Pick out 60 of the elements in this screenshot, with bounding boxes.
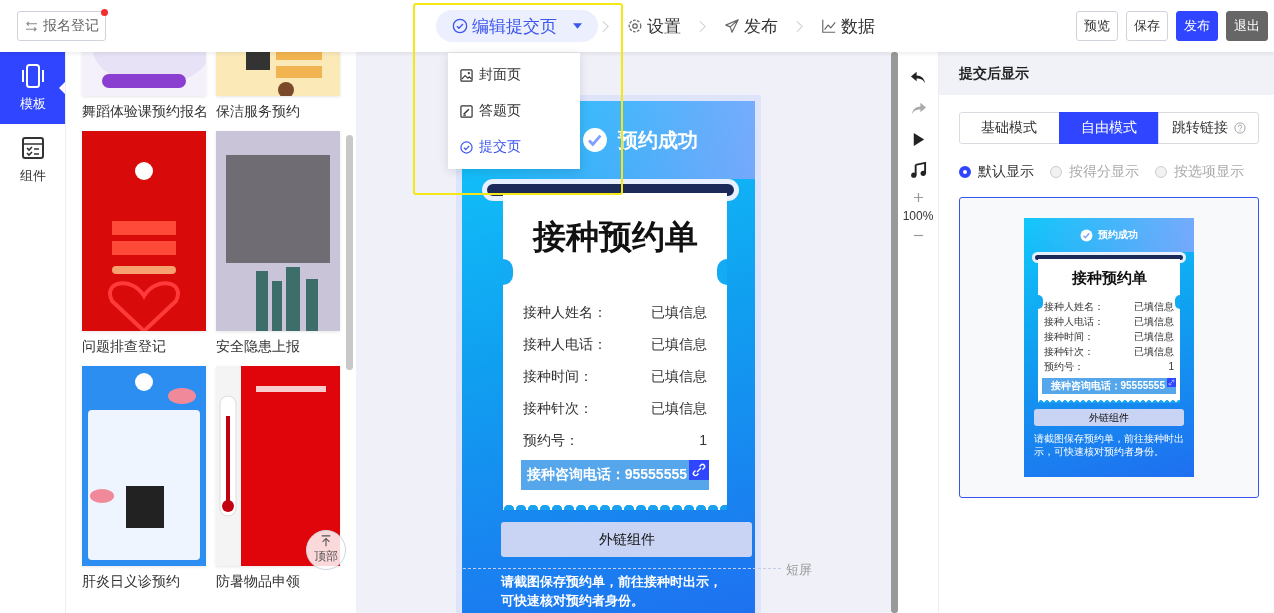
- field-label: 接种针次：: [523, 399, 593, 418]
- mode-tab[interactable]: 自由模式: [1058, 112, 1160, 144]
- template-title[interactable]: 舞蹈体验课预约报名: [82, 101, 206, 121]
- hotline-text: 接种咨询电话：95555555: [1050, 379, 1165, 393]
- field-label: 接种人姓名：: [1044, 300, 1104, 313]
- field-value: 已填信息: [1134, 315, 1174, 328]
- zoom-level: 100%: [902, 209, 934, 223]
- toolbar-button[interactable]: 发布: [1176, 11, 1218, 41]
- template-title[interactable]: 肝炎日义诊预约: [82, 571, 206, 591]
- field-label: 预约号：: [523, 431, 579, 450]
- ticket-title: 接种预约单: [531, 217, 699, 257]
- field-value: 1: [1168, 360, 1174, 373]
- step-tab[interactable]: 发布: [710, 10, 792, 42]
- ticket-title: 接种预约单: [1070, 269, 1148, 288]
- panel-title: 提交后显示: [959, 64, 1029, 83]
- template-title[interactable]: 防暑物品申领: [216, 571, 340, 591]
- mode-tab[interactable]: 跳转链接: [1158, 112, 1259, 144]
- toolbar-button[interactable]: 预览: [1076, 11, 1118, 41]
- field-label: 接种人电话：: [1044, 315, 1104, 328]
- preview-card[interactable]: 预约成功 接种预约单 接种人姓名： 已填信息 接种人电话： 已填信息 接种时间： 已填信息 接种针次： 已填信息 预约号： 1 接种咨询电话：95555555 外链组件 请截图保存预约单，前往接种时出示，可快速核对预约者身份。: [959, 197, 1259, 498]
- banner-title: 预约成功: [1098, 228, 1138, 242]
- field-value: 已填信息: [1134, 330, 1174, 343]
- step-tab[interactable]: 编辑提交页: [436, 10, 598, 42]
- field-label: 接种人姓名：: [523, 303, 607, 322]
- field-label: 预约号：: [1044, 360, 1084, 373]
- field-value: 1: [699, 431, 707, 450]
- menu-item[interactable]: 提交页: [448, 129, 580, 165]
- mode-tab[interactable]: 基础模式: [959, 112, 1060, 144]
- radio-label: 默认显示: [978, 163, 1034, 181]
- toolbar-button[interactable]: 保存: [1126, 11, 1168, 41]
- template-title[interactable]: 保洁服务预约: [216, 101, 340, 121]
- field-label: 接种针次：: [1044, 345, 1094, 358]
- field-value: 已填信息: [651, 303, 707, 322]
- field-value: 已填信息: [1134, 345, 1174, 358]
- radio-option[interactable]: 默认显示: [959, 163, 1034, 181]
- back-button[interactable]: 报名登记: [17, 11, 106, 41]
- field-label: 接种人电话：: [523, 335, 607, 354]
- field-value: 已填信息: [651, 399, 707, 418]
- radio-label: 按得分显示: [1069, 163, 1139, 181]
- field-value: 已填信息: [1134, 300, 1174, 313]
- step-tab[interactable]: 设置: [613, 10, 695, 42]
- field-label: 接种时间：: [1044, 330, 1094, 343]
- note-text: 请截图保存预约单，前往接种时出示，可快速核对预约者身份。: [501, 574, 723, 610]
- menu-item[interactable]: 答题页: [448, 93, 580, 129]
- field-value: 已填信息: [651, 367, 707, 386]
- back-to-top-button[interactable]: 顶部: [306, 530, 346, 570]
- template-title[interactable]: 安全隐患上报: [216, 336, 340, 356]
- link-component-button[interactable]: 外链组件: [501, 522, 752, 557]
- screen-marker-label: 短屏: [786, 561, 812, 579]
- hotline-text: 接种咨询电话：95555555: [526, 466, 687, 484]
- field-value: 已填信息: [651, 335, 707, 354]
- note-text: 请截图保存预约单，前往接种时出示，可快速核对预约者身份。: [1034, 432, 1184, 458]
- field-label: 接种时间：: [523, 367, 593, 386]
- sidebar-tab[interactable]: 模板: [0, 52, 65, 124]
- toolbar-button[interactable]: 退出: [1226, 11, 1268, 41]
- template-title[interactable]: 问题排查登记: [82, 336, 206, 356]
- menu-item[interactable]: 封面页: [448, 57, 580, 93]
- radio-label: 按选项显示: [1174, 163, 1244, 181]
- link-component-button[interactable]: 外链组件: [1034, 409, 1184, 426]
- step-tab[interactable]: 数据: [807, 10, 889, 42]
